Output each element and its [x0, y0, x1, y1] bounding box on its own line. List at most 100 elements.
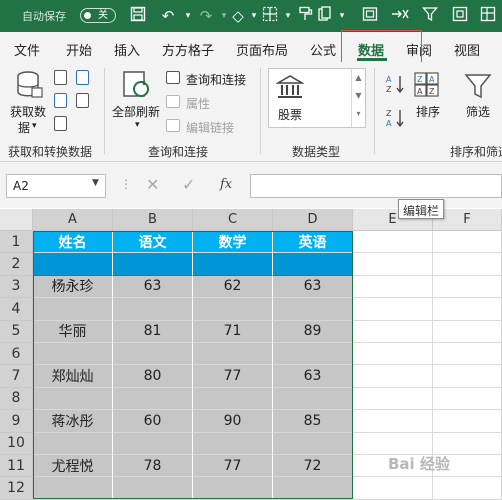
- group-label-queries: 查询和连接: [148, 145, 209, 159]
- group-separator: [104, 68, 105, 154]
- cell-e4[interactable]: [353, 298, 433, 321]
- cell-e2[interactable]: [353, 253, 433, 276]
- edit-links-button: 编辑链接: [186, 121, 235, 135]
- from-table-icon[interactable]: [54, 116, 67, 131]
- row-header-2[interactable]: 2: [0, 253, 33, 276]
- cell-f10[interactable]: [433, 432, 502, 455]
- sort-ascending-icon[interactable]: AZ: [386, 74, 408, 97]
- filter-button[interactable]: 筛选: [466, 103, 490, 120]
- get-data-label[interactable]: 获取数: [10, 103, 46, 120]
- row-header-12[interactable]: 12: [0, 477, 33, 500]
- tab-view[interactable]: 视图: [454, 40, 480, 59]
- get-data-dropdown-icon[interactable]: ▾: [32, 121, 37, 131]
- cell-e5[interactable]: [353, 320, 433, 343]
- cell-f9[interactable]: [433, 410, 502, 433]
- tab-page-layout[interactable]: 页面布局: [236, 40, 288, 59]
- cell-f6[interactable]: [433, 343, 502, 366]
- tab-home[interactable]: 开始: [66, 40, 92, 59]
- save-icon[interactable]: [128, 6, 148, 26]
- row-header-11[interactable]: 11: [0, 455, 33, 478]
- cell-f2[interactable]: [433, 253, 502, 276]
- column-header-c[interactable]: C: [193, 209, 273, 231]
- recent-sources-icon[interactable]: [76, 70, 89, 85]
- tab-insert[interactable]: 插入: [114, 40, 140, 59]
- from-text-icon[interactable]: [54, 70, 67, 85]
- cell-e6[interactable]: [353, 343, 433, 366]
- stocks-label[interactable]: 股票: [278, 106, 302, 123]
- filter-ribbon-icon[interactable]: [464, 72, 492, 103]
- sort-descending-icon[interactable]: ZA: [386, 108, 408, 131]
- get-data-icon[interactable]: [14, 70, 44, 103]
- cell-f5[interactable]: [433, 320, 502, 343]
- get-data-label-2[interactable]: 据: [18, 119, 30, 136]
- name-box-dropdown-icon[interactable]: ▼: [92, 178, 99, 188]
- autosave-toggle[interactable]: 关: [80, 8, 116, 23]
- svg-text:A: A: [386, 119, 392, 128]
- row-header-7[interactable]: 7: [0, 365, 33, 388]
- close-sheet-icon[interactable]: [390, 6, 410, 26]
- refresh-dropdown-icon[interactable]: ▾: [135, 120, 140, 130]
- cell-e8[interactable]: [353, 387, 433, 411]
- sort-button[interactable]: 排序: [416, 103, 440, 120]
- cell-e12[interactable]: [353, 477, 433, 500]
- row-header-4[interactable]: 4: [0, 298, 33, 321]
- filter-icon[interactable]: [420, 6, 440, 26]
- row-header-10[interactable]: 10: [0, 432, 33, 455]
- undo-icon[interactable]: ↶: [158, 6, 178, 26]
- format-painter-icon[interactable]: [296, 6, 316, 26]
- stocks-icon[interactable]: [275, 73, 305, 104]
- insert-function-button[interactable]: fx: [220, 177, 232, 192]
- gallery-scroll[interactable]: ▲ ▼ ▾: [351, 69, 365, 127]
- copy-icon[interactable]: [314, 6, 334, 26]
- from-web-icon[interactable]: [54, 93, 67, 108]
- cell-f3[interactable]: [433, 275, 502, 299]
- sort-icon[interactable]: ZAAZ: [414, 72, 440, 101]
- confirm-entry-icon: ✓: [182, 175, 196, 194]
- borders-icon[interactable]: [260, 6, 280, 26]
- autosave-knob: [84, 12, 91, 19]
- formula-input[interactable]: [250, 174, 502, 198]
- row-header-5[interactable]: 5: [0, 320, 33, 343]
- properties-button: 属性: [186, 97, 211, 111]
- select-all-corner[interactable]: [0, 209, 33, 231]
- name-box[interactable]: A2: [6, 174, 106, 198]
- column-header-d[interactable]: D: [273, 209, 353, 231]
- refresh-all-label[interactable]: 全部刷新: [112, 103, 160, 120]
- column-header-b[interactable]: B: [113, 209, 193, 231]
- existing-connections-icon[interactable]: [76, 93, 89, 108]
- row-header-9[interactable]: 9: [0, 410, 33, 433]
- frame-icon[interactable]: [450, 6, 470, 26]
- properties-icon: [166, 95, 180, 108]
- group-label-sort-filter: 排序和筛选: [450, 145, 502, 159]
- cell-e3[interactable]: [353, 275, 433, 299]
- row-header-6[interactable]: 6: [0, 343, 33, 366]
- borders-dropdown-icon[interactable]: ▾: [278, 6, 298, 26]
- copy-dropdown-icon[interactable]: ▾: [332, 6, 352, 26]
- cell-f8[interactable]: [433, 387, 502, 411]
- cell-f1[interactable]: [433, 231, 502, 254]
- cell-e7[interactable]: [353, 365, 433, 388]
- cell-f4[interactable]: [433, 298, 502, 321]
- edit-links-icon: [166, 119, 180, 132]
- tab-formulas[interactable]: 公式: [310, 40, 336, 59]
- queries-connections-icon[interactable]: [166, 71, 180, 84]
- row-header-3[interactable]: 3: [0, 275, 33, 299]
- grid-icon[interactable]: [478, 6, 498, 26]
- redo-icon: ↷: [199, 7, 213, 25]
- print-preview-icon[interactable]: [360, 6, 380, 26]
- tab-file[interactable]: 文件: [14, 40, 40, 59]
- column-header-a[interactable]: A: [33, 209, 113, 231]
- cell-e10[interactable]: [353, 432, 433, 455]
- cell-e1[interactable]: [353, 231, 433, 254]
- row-header-8[interactable]: 8: [0, 387, 33, 411]
- undo-dropdown-icon[interactable]: ▾: [178, 6, 198, 26]
- svg-text:Z: Z: [386, 109, 392, 118]
- row-header-1[interactable]: 1: [0, 231, 33, 254]
- tab-fangfang[interactable]: 方方格子: [162, 40, 214, 59]
- autosave-state: 关: [98, 10, 108, 21]
- queries-connections-button[interactable]: 查询和连接: [186, 71, 246, 88]
- cell-e9[interactable]: [353, 410, 433, 433]
- refresh-all-icon[interactable]: [122, 70, 152, 103]
- cell-f12[interactable]: [433, 477, 502, 500]
- cell-f7[interactable]: [433, 365, 502, 388]
